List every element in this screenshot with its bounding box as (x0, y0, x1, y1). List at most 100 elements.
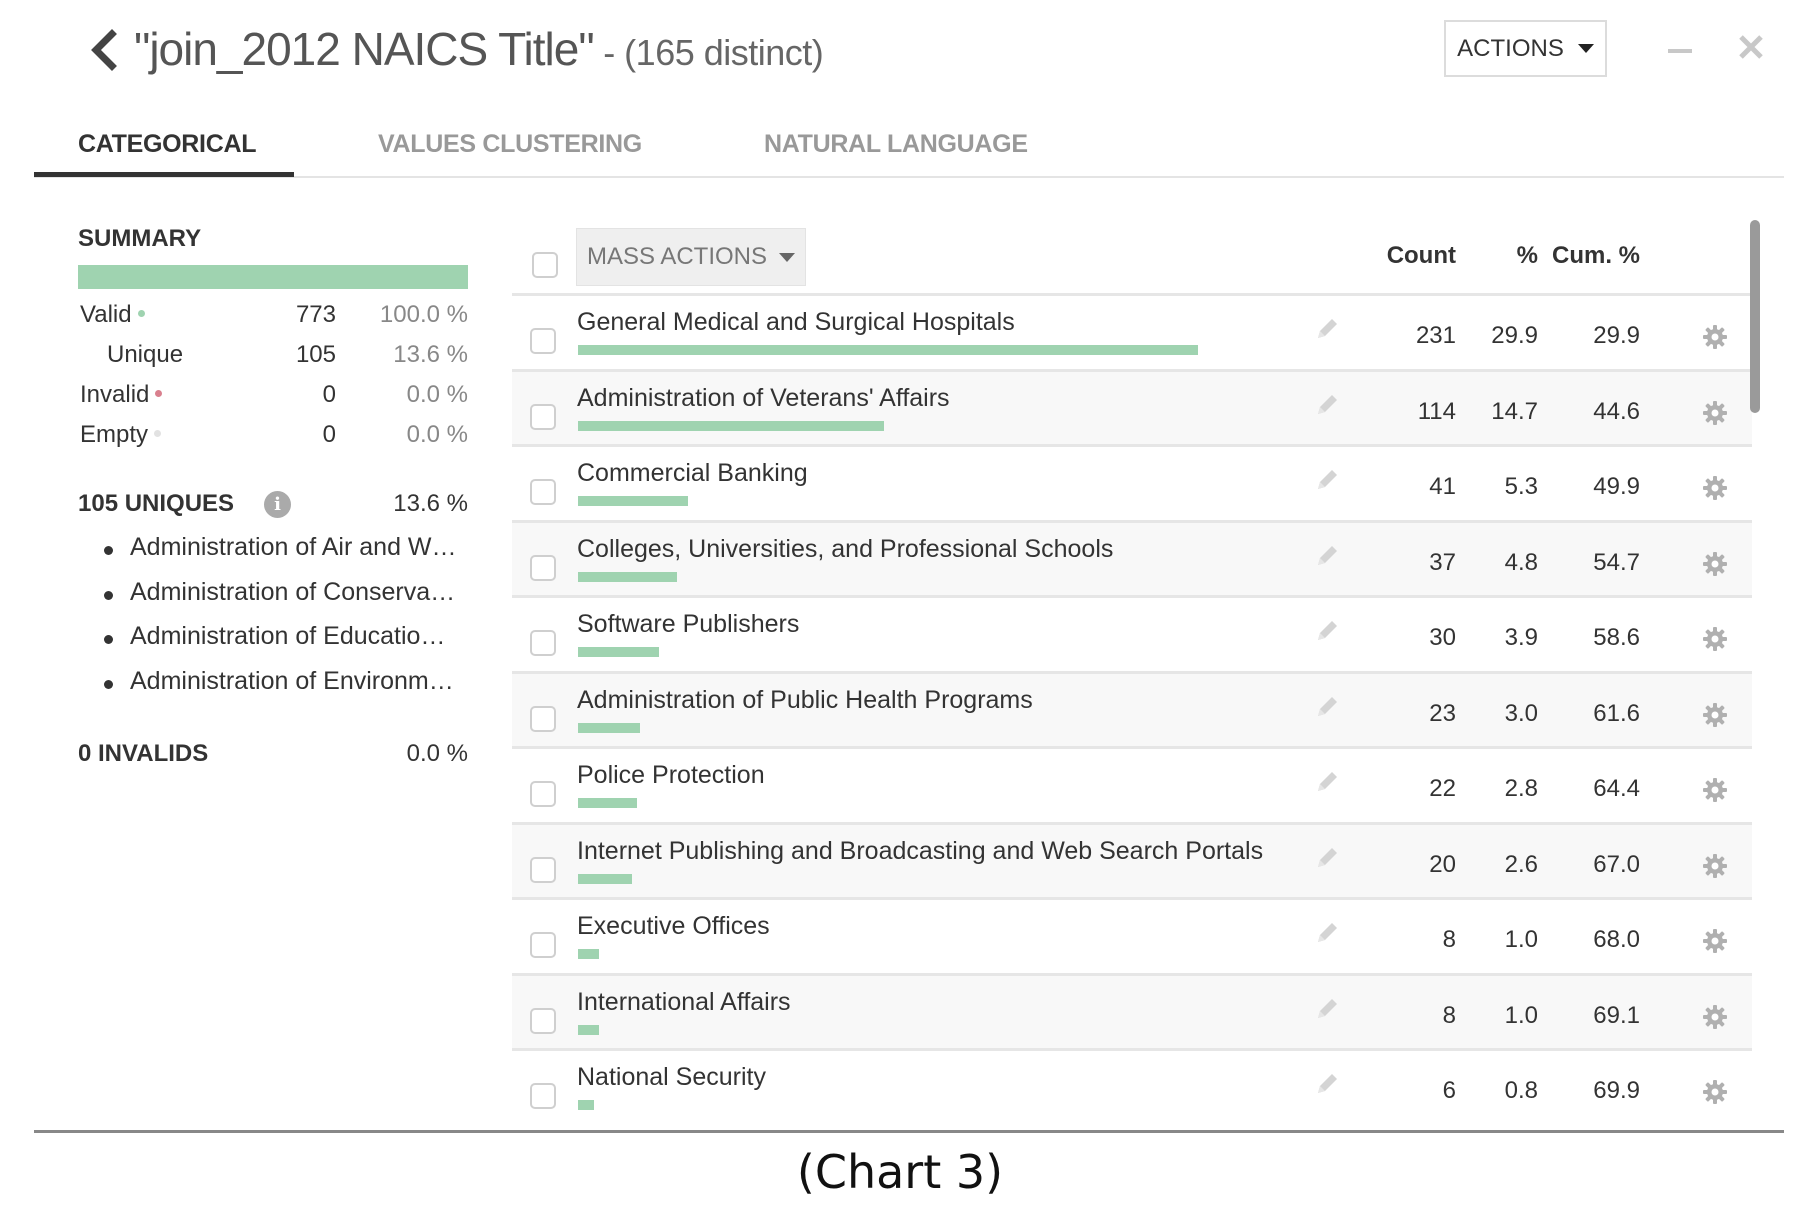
gear-icon[interactable] (1702, 777, 1728, 803)
pct-cell: 5.3 (1504, 473, 1538, 500)
gear-icon[interactable] (1702, 324, 1728, 350)
select-all-checkbox[interactable] (532, 252, 558, 278)
unique-value-item[interactable]: Administration of Environm… (104, 667, 468, 712)
pencil-icon[interactable] (1314, 694, 1340, 720)
cum-pct-cell: 29.9 (1593, 322, 1640, 349)
table-row[interactable]: International Affairs 8 1.0 69.1 (512, 975, 1752, 1051)
row-checkbox[interactable] (530, 1083, 556, 1109)
column-header-cum-pct[interactable]: Cum. % (1552, 242, 1640, 270)
row-checkbox[interactable] (530, 403, 556, 430)
tab-values-clustering[interactable]: VALUES CLUSTERING (378, 130, 642, 159)
table-row[interactable]: Executive Offices 8 1.0 68.0 (512, 900, 1752, 976)
table-header: MASS ACTIONS Count % Cum. % (512, 222, 1752, 296)
row-checkbox[interactable] (530, 781, 556, 807)
count-cell: 20 (1429, 850, 1456, 878)
back-button[interactable] (86, 28, 120, 72)
pct-cell: 1.0 (1504, 1001, 1538, 1029)
gear-icon[interactable] (1702, 626, 1728, 652)
table-row[interactable]: General Medical and Surgical Hospitals 23… (512, 296, 1752, 372)
unique-value-label: Administration of Environm… (130, 666, 454, 695)
summary-panel: SUMMARY Valid 773 100.0 % Unique 105 13.6 % In… (78, 225, 468, 448)
cum-pct-cell: 61.6 (1593, 699, 1640, 727)
pencil-icon[interactable] (1314, 920, 1340, 946)
summary-title: SUMMARY (78, 225, 202, 252)
pencil-icon[interactable] (1314, 996, 1340, 1022)
close-button[interactable] (1734, 30, 1768, 64)
pct-cell: 2.8 (1504, 775, 1538, 802)
unique-value-item[interactable]: Administration of Conserva… (104, 578, 468, 623)
minimize-icon[interactable] (1668, 49, 1692, 53)
column-header-pct[interactable]: % (1517, 242, 1538, 270)
pencil-icon[interactable] (1314, 316, 1340, 342)
table-row[interactable]: Commercial Banking 41 5.3 49.9 (512, 447, 1752, 523)
pencil-icon[interactable] (1314, 543, 1340, 569)
tab-categorical[interactable]: CATEGORICAL (78, 130, 256, 159)
count-cell: 8 (1442, 926, 1456, 953)
value-label: Police Protection (577, 761, 765, 789)
pencil-icon[interactable] (1314, 769, 1340, 795)
count-cell: 231 (1415, 322, 1456, 349)
unique-value-item[interactable]: Administration of Air and W… (104, 533, 468, 578)
unique-value-label: Administration of Conserva… (130, 577, 456, 606)
table-row[interactable]: Police Protection 22 2.8 64.4 (512, 749, 1752, 825)
row-checkbox[interactable] (530, 932, 556, 958)
row-checkbox[interactable] (530, 705, 556, 732)
table-row[interactable]: National Security 6 0.8 69.9 (512, 1051, 1752, 1127)
tab-natural-language[interactable]: NATURAL LANGUAGE (764, 130, 1028, 159)
value-frequency-bar (578, 345, 1198, 355)
table-row[interactable]: Internet Publishing and Broadcasting and… (512, 824, 1752, 900)
gear-icon[interactable] (1702, 702, 1728, 728)
value-frequency-bar (578, 1100, 595, 1110)
unique-value-item[interactable]: Administration of Educatio… (104, 622, 468, 667)
pencil-icon[interactable] (1314, 845, 1340, 871)
caret-down-icon (779, 252, 796, 262)
gear-icon[interactable] (1702, 400, 1728, 426)
count-cell: 8 (1442, 1001, 1456, 1029)
pencil-icon[interactable] (1314, 392, 1340, 418)
row-checkbox[interactable] (530, 479, 556, 505)
info-icon[interactable]: i (264, 491, 291, 518)
summary-pct: 100.0 % (379, 301, 468, 328)
cum-pct-cell: 69.9 (1593, 1077, 1640, 1104)
pencil-icon[interactable] (1314, 467, 1340, 493)
scrollbar[interactable] (1750, 220, 1760, 413)
row-checkbox[interactable] (530, 1007, 556, 1034)
summary-pct: 0.0 % (406, 381, 468, 408)
cum-pct-cell: 58.6 (1593, 624, 1640, 651)
gear-icon[interactable] (1702, 551, 1728, 577)
page-title: "join_2012 NAICS Title" - (165 distinct) (134, 22, 824, 76)
row-checkbox[interactable] (530, 328, 556, 354)
count-cell: 6 (1442, 1077, 1456, 1104)
summary-row-unique: Unique 105 13.6 % (78, 341, 468, 373)
gear-icon[interactable] (1702, 928, 1728, 954)
value-label: Colleges, Universities, and Professional… (577, 534, 1114, 563)
table-row[interactable]: Administration of Public Health Programs… (512, 673, 1752, 749)
row-checkbox[interactable] (530, 630, 556, 656)
bullet-icon (104, 546, 113, 555)
caret-down-icon (1577, 44, 1594, 53)
table-row[interactable]: Software Publishers 30 3.9 58.6 (512, 598, 1752, 674)
row-checkbox[interactable] (530, 856, 556, 883)
gear-icon[interactable] (1702, 1079, 1728, 1105)
cum-pct-cell: 44.6 (1593, 397, 1640, 425)
column-header-count[interactable]: Count (1387, 242, 1456, 270)
uniques-pct: 13.6 % (393, 490, 468, 517)
gear-icon[interactable] (1702, 853, 1728, 879)
actions-button[interactable]: ACTIONS (1444, 20, 1607, 77)
summary-label: Valid (80, 301, 145, 329)
value-label: Administration of Veterans' Affairs (577, 383, 950, 412)
mass-actions-button[interactable]: MASS ACTIONS (576, 228, 806, 286)
gear-icon[interactable] (1702, 475, 1728, 501)
mass-actions-label: MASS ACTIONS (586, 243, 768, 270)
cum-pct-cell: 69.1 (1593, 1001, 1640, 1029)
unique-value-label: Administration of Air and W… (130, 533, 457, 561)
pct-cell: 14.7 (1491, 397, 1538, 425)
gear-icon[interactable] (1702, 1004, 1728, 1030)
row-checkbox[interactable] (530, 554, 556, 581)
pencil-icon[interactable] (1314, 1071, 1340, 1097)
value-frequency-bar (578, 949, 600, 959)
table-row[interactable]: Colleges, Universities, and Professional… (512, 522, 1752, 598)
pencil-icon[interactable] (1314, 618, 1340, 644)
actions-label: ACTIONS (1457, 34, 1564, 62)
table-row[interactable]: Administration of Veterans' Affairs 114 14… (512, 371, 1752, 447)
